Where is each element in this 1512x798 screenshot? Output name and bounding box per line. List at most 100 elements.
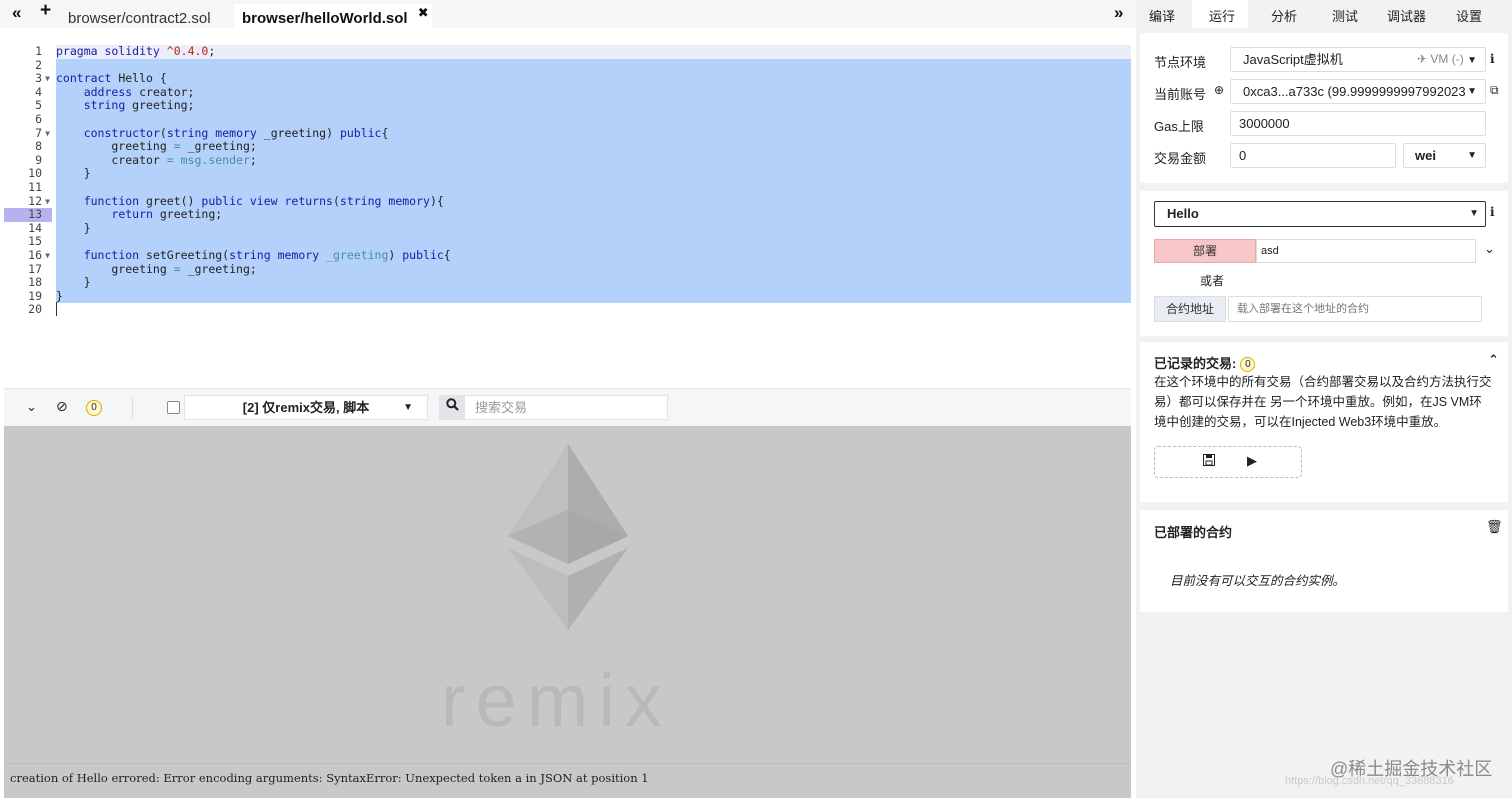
search-tx-input[interactable] [464,395,668,420]
code-line[interactable]: string greeting; [56,99,1131,113]
environment-select[interactable]: JavaScript虚拟机 ✈ VM (-) ▼ [1230,47,1486,72]
plug-icon: ✈ [1417,52,1428,66]
line-number[interactable]: 2 [4,58,52,73]
right-panel: 编译 运行 分析 测试 调试器 设置 节点环境 JavaScript虚拟机 ✈ … [1136,0,1512,798]
code-line[interactable]: creator = msg.sender; [56,153,1131,168]
code-line[interactable]: greeting = _greeting; [56,139,1131,154]
vm-badge: VM (-) [1430,52,1464,66]
clear-terminal-icon[interactable]: ⊘ [56,398,68,415]
tx-filter-dropdown[interactable]: [2] 仅remix交易, 脚本 ▼ [184,395,428,420]
or-label: 或者 [1200,274,1225,288]
code-line[interactable]: } [56,275,1131,290]
deploy-button[interactable]: 部署 [1154,239,1256,263]
collapse-left-panel-icon[interactable]: « [12,3,21,23]
info-icon[interactable]: i [1490,205,1495,219]
fold-arrow-icon[interactable]: ▼ [45,72,50,86]
line-number[interactable]: 20 [4,303,52,317]
line-number[interactable]: 9 [4,153,52,168]
tab-run[interactable]: 运行 [1192,0,1248,28]
code-line[interactable] [56,112,1131,127]
code-line[interactable] [56,302,1131,317]
contract-select[interactable]: Hello ▼ [1154,201,1486,227]
filter-selected-value: [2] 仅remix交易, 脚本 [242,400,370,415]
chevron-up-icon[interactable]: ⌃ [1488,352,1499,368]
code-line[interactable]: pragma solidity ^0.4.0; [56,44,1131,59]
line-number[interactable]: 11 [4,180,52,195]
ethereum-logo-icon [508,444,628,630]
at-address-input[interactable] [1228,296,1482,322]
tab-settings[interactable]: 设置 [1456,6,1482,25]
line-number[interactable]: 15 [4,235,52,249]
tab-contract2[interactable]: browser/contract2.sol [60,4,219,28]
toggle-terminal-icon[interactable]: ⌄ [26,399,37,415]
deploy-card: Hello ▼ i 部署 asd ⌄ 或者 合约地址 [1140,191,1508,336]
deploy-args-input[interactable]: asd [1256,239,1476,263]
line-number[interactable]: 7 ▼ [4,126,52,141]
remix-watermark: remix [441,659,672,742]
listen-network-checkbox[interactable] [167,401,180,414]
line-number[interactable]: 14 [4,221,52,236]
code-line[interactable] [56,58,1131,73]
line-number[interactable]: 3 ▼ [4,71,52,86]
terminal-toolbar: ⌄ ⊘ 0 [2] 仅remix交易, 脚本 ▼ [4,388,1131,426]
trash-icon[interactable]: 🗑 [1486,519,1503,535]
code-line[interactable]: function greet() public view returns(str… [56,194,1131,209]
run-settings-card: 节点环境 JavaScript虚拟机 ✈ VM (-) ▼ i 当前账号 ⊕ 0… [1140,33,1508,183]
line-number[interactable]: 12 ▼ [4,194,52,209]
code-line[interactable]: address creator; [56,85,1131,100]
line-number[interactable]: 17 [4,262,52,277]
unit-value: wei [1415,148,1436,163]
line-number[interactable]: 1 [4,44,52,59]
fold-arrow-icon[interactable]: ▼ [45,195,50,209]
line-number[interactable]: 8 [4,140,52,154]
fold-arrow-icon[interactable]: ▼ [45,249,50,263]
code-line[interactable] [56,180,1131,195]
account-select[interactable]: 0xca3...a733c (99.9999999997992023 ▼ [1230,79,1486,104]
line-number[interactable]: 19 [4,289,52,304]
line-number-current[interactable]: 13 [4,208,52,222]
chevron-down-icon[interactable]: ⌄ [1484,241,1495,257]
tab-test[interactable]: 测试 [1332,6,1358,25]
code-line[interactable]: function setGreeting(string memory _gree… [56,248,1131,263]
code-line[interactable]: } [56,167,1131,181]
copy-icon[interactable]: ⧉ [1490,83,1499,98]
collapse-right-panel-icon[interactable]: » [1114,3,1123,23]
line-number[interactable]: 4 [4,85,52,100]
pending-tx-badge: 0 [86,400,102,416]
line-number[interactable]: 18 [4,275,52,290]
code-line[interactable]: greeting = _greeting; [56,262,1131,277]
line-number[interactable]: 5 [4,99,52,113]
code-editor[interactable]: 1 2 3 ▼ 4 5 6 7 ▼ 8 9 10 11 12 ▼ 13 14 15 1… [4,28,1131,388]
code-line[interactable]: contract Hello { [56,71,1131,86]
toolbar-divider [132,397,133,419]
code-line[interactable]: } [56,289,1131,304]
line-number[interactable]: 10 [4,167,52,181]
search-icon[interactable] [439,395,465,420]
code-line[interactable]: return greeting; [56,207,1131,222]
environment-value: JavaScript虚拟机 [1243,52,1343,67]
code-lines[interactable]: pragma solidity ^0.4.0; contract Hello {… [56,44,1131,317]
at-address-button[interactable]: 合约地址 [1154,296,1226,322]
new-file-icon[interactable]: + [40,0,51,22]
add-account-icon[interactable]: ⊕ [1214,83,1224,97]
fold-arrow-icon[interactable]: ▼ [45,127,50,141]
info-icon[interactable]: i [1490,52,1495,66]
save-icon[interactable] [1203,454,1215,469]
tab-compile[interactable]: 编译 [1149,6,1175,25]
chevron-down-icon: ▼ [403,402,413,413]
tab-helloworld[interactable]: browser/helloWorld.sol ✖ [234,4,432,28]
code-line[interactable]: constructor(string memory _greeting) pub… [56,126,1131,141]
tab-debugger[interactable]: 调试器 [1387,6,1426,25]
line-number[interactable]: 16 ▼ [4,248,52,263]
terminal-output[interactable]: remix creation of Hello errored: Error e… [4,426,1131,798]
run-play-icon[interactable]: ▶ [1247,453,1257,469]
code-line[interactable]: } [56,221,1131,236]
code-line[interactable] [56,235,1131,249]
gas-limit-input[interactable]: 3000000 [1230,111,1486,136]
value-input[interactable]: 0 [1230,143,1396,168]
close-tab-icon[interactable]: ✖ [418,5,429,20]
value-unit-select[interactable]: wei ▼ [1403,143,1486,168]
line-number[interactable]: 6 [4,112,52,127]
tab-analysis[interactable]: 分析 [1271,6,1297,25]
chevron-down-icon: ▼ [1467,150,1477,161]
